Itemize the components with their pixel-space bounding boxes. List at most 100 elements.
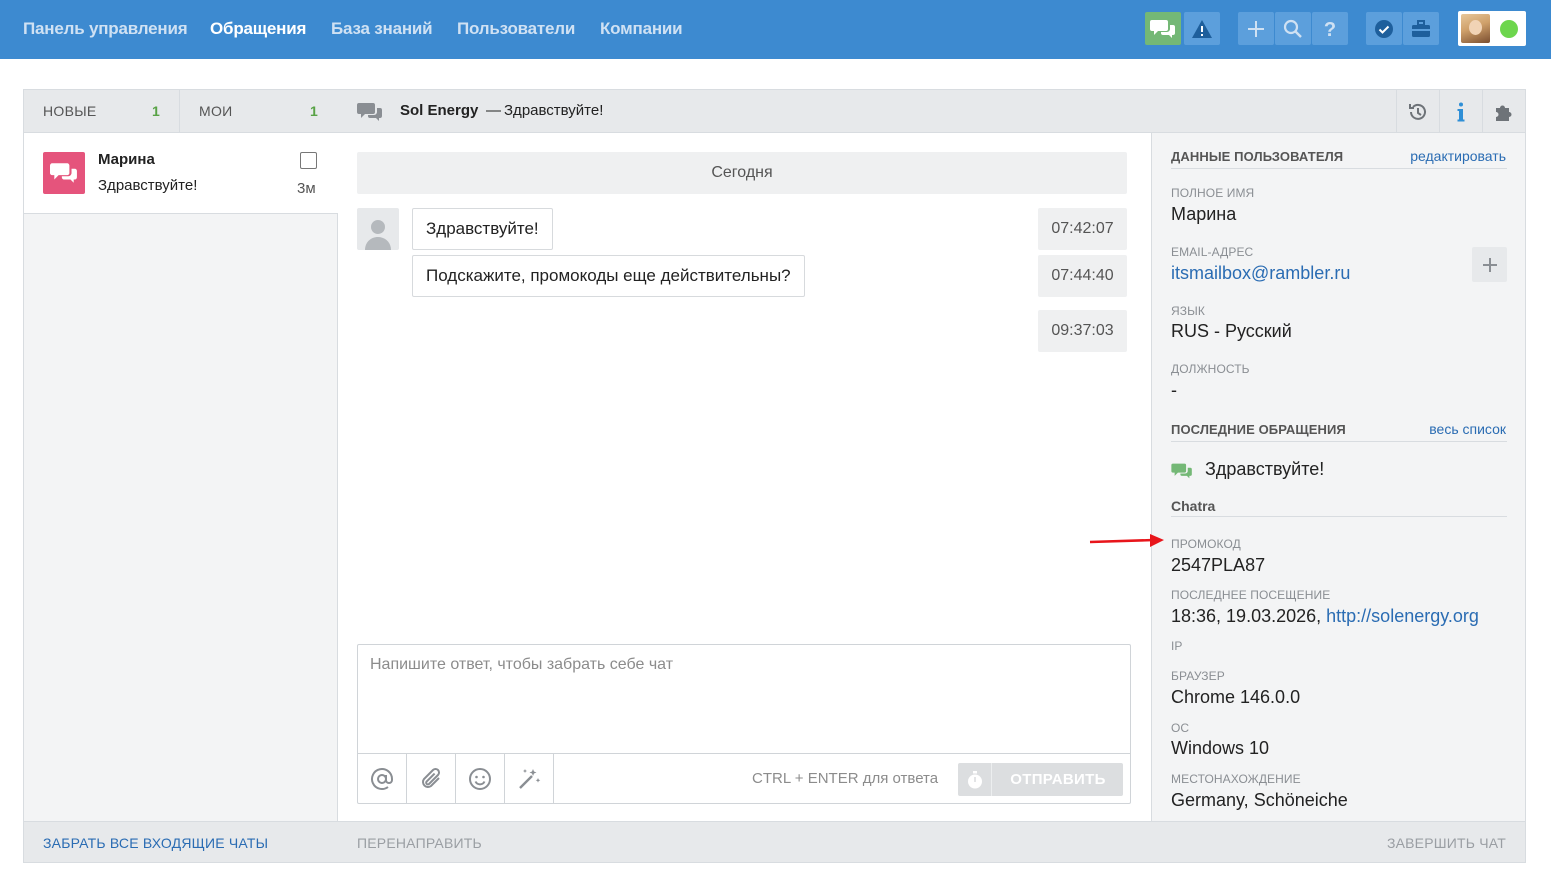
email-link[interactable]: itsmailbox@rambler.ru <box>1171 263 1350 284</box>
search-icon <box>1283 19 1302 38</box>
attach-button[interactable] <box>407 754 456 804</box>
nav-companies[interactable]: Компании <box>600 19 683 39</box>
svg-text:?: ? <box>1324 19 1336 40</box>
send-shortcut-hint: CTRL + ENTER для ответа <box>752 770 939 787</box>
plus-icon <box>1482 257 1497 272</box>
user-data-title: ДАННЫЕ ПОЛЬЗОВАТЕЛЯ <box>1171 149 1344 164</box>
mention-button[interactable] <box>358 754 407 804</box>
nav-dashboard[interactable]: Панель управления <box>23 19 188 39</box>
message-bubble: Подскажите, промокоды еще действительны? <box>412 255 805 297</box>
briefcase-button[interactable] <box>1403 12 1439 45</box>
chat-list-panel: НОВЫЕ 1 МОИ 1 Марина Здравствуйте! 3м ЗА… <box>24 90 338 862</box>
help-button[interactable]: ? <box>1312 12 1348 45</box>
tab-mine[interactable]: МОИ 1 <box>180 90 338 133</box>
date-separator: Сегодня <box>357 152 1127 194</box>
os-value: Windows 10 <box>1171 738 1270 758</box>
stopwatch-icon <box>967 770 982 788</box>
history-icon <box>1409 103 1426 120</box>
all-requests-link[interactable]: весь список <box>1429 421 1506 437</box>
tab-new[interactable]: НОВЫЕ 1 <box>24 90 180 133</box>
create-button[interactable] <box>1238 12 1274 45</box>
nav-tickets[interactable]: Обращения <box>210 19 306 39</box>
browser-label: БРАУЗЕР <box>1171 669 1225 683</box>
full-name-value: Марина <box>1171 204 1237 224</box>
full-name-label: ПОЛНОЕ ИМЯ <box>1171 186 1255 200</box>
chat-item-name: Марина <box>98 151 155 168</box>
history-button[interactable] <box>1396 90 1439 133</box>
search-button[interactable] <box>1275 12 1311 45</box>
info-button[interactable] <box>1439 90 1482 133</box>
last-visit-value: 18:36, 19.03.2026, http://solenergy.org <box>1171 606 1479 627</box>
integrations-button[interactable] <box>1482 90 1525 133</box>
delayed-send-button[interactable] <box>958 763 992 796</box>
annotation-arrow-icon <box>1089 534 1164 547</box>
chat-item-preview: Здравствуйте! <box>98 177 198 194</box>
tab-mine-count: 1 <box>310 103 318 119</box>
browser-value: Chrome 146.0.0 <box>1171 687 1301 707</box>
reply-composer: CTRL + ENTER для ответа ОТПРАВИТЬ <box>357 644 1131 804</box>
magic-wand-button[interactable] <box>505 754 554 804</box>
recent-request-item[interactable]: Здравствуйте! <box>1171 459 1471 483</box>
emoji-button[interactable] <box>456 754 505 804</box>
conversation-footer: ПЕРЕНАПРАВИТЬ ЗАВЕРШИТЬ ЧАТ <box>338 821 1525 862</box>
info-icon <box>1457 102 1465 121</box>
take-all-chats-button[interactable]: ЗАБРАТЬ ВСЕ ВХОДЯЩИЕ ЧАТЫ <box>43 835 268 851</box>
message-time: 07:44:40 <box>1038 255 1127 297</box>
online-status-indicator <box>1500 20 1518 38</box>
conversation-subject: Здравствуйте! <box>504 102 604 119</box>
recent-request-subject: Здравствуйте! <box>1205 459 1325 479</box>
user-avatar-placeholder <box>357 208 399 250</box>
edit-user-link[interactable]: редактировать <box>1410 148 1506 164</box>
avatar <box>1461 14 1490 43</box>
chats-icon <box>1150 19 1175 38</box>
workspace: НОВЫЕ 1 МОИ 1 Марина Здравствуйте! 3м ЗА… <box>23 89 1526 863</box>
conversation-header: Sol Energy — Здравствуйте! <box>338 90 1525 133</box>
ip-label: IP <box>1171 639 1183 653</box>
left-footer: ЗАБРАТЬ ВСЕ ВХОДЯЩИЕ ЧАТЫ <box>24 821 338 862</box>
last-visit-url[interactable]: http://solenergy.org <box>1326 606 1479 626</box>
chats-icon <box>357 103 382 121</box>
user-icon <box>365 220 391 250</box>
chats-button[interactable] <box>1145 12 1181 45</box>
profile-menu[interactable] <box>1458 11 1526 46</box>
chatra-section-title: Chatra <box>1171 498 1216 514</box>
promo-code-label: ПРОМОКОД <box>1171 537 1241 551</box>
send-group: ОТПРАВИТЬ <box>958 763 1123 796</box>
chats-icon <box>1171 463 1192 479</box>
position-value: - <box>1171 380 1177 400</box>
top-navigation-bar: Панель управления Обращения База знаний … <box>0 0 1551 59</box>
send-button[interactable]: ОТПРАВИТЬ <box>993 763 1123 796</box>
chat-bubble-icon <box>43 152 85 194</box>
chat-item-time: 3м <box>297 180 316 197</box>
tab-mine-label: МОИ <box>199 103 233 119</box>
help-icon: ? <box>1324 19 1336 40</box>
nav-users[interactable]: Пользователи <box>457 19 575 39</box>
title-separator: — <box>486 102 501 119</box>
conversation-company[interactable]: Sol Energy <box>400 102 478 119</box>
warning-icon <box>1192 19 1212 38</box>
verified-icon <box>1375 19 1393 38</box>
location-value: Germany, Schöneiche <box>1171 790 1348 810</box>
chat-item-checkbox[interactable] <box>300 152 317 169</box>
at-sign-icon <box>371 768 393 790</box>
add-email-button[interactable] <box>1472 247 1507 282</box>
alerts-button[interactable] <box>1184 12 1220 45</box>
finish-chat-button[interactable]: ЗАВЕРШИТЬ ЧАТ <box>1387 835 1506 851</box>
chat-list-item[interactable]: Марина Здравствуйте! 3м <box>24 133 338 214</box>
conversation-area: Сегодня Здравствуйте! 07:42:07 Подскажит… <box>338 133 1151 821</box>
message-time: 09:37:03 <box>1038 310 1127 352</box>
user-details-panel: ДАННЫЕ ПОЛЬЗОВАТЕЛЯ редактировать ПОЛНОЕ… <box>1151 133 1525 821</box>
language-value: RUS - Русский <box>1171 321 1292 341</box>
message-time: 07:42:07 <box>1038 208 1127 250</box>
divider <box>1171 441 1507 442</box>
os-label: ОС <box>1171 721 1190 735</box>
nav-knowledge-base[interactable]: База знаний <box>331 19 433 39</box>
smiley-icon <box>469 768 491 790</box>
verified-button[interactable] <box>1366 12 1402 45</box>
last-visit-datetime: 18:36, 19.03.2026, <box>1171 606 1322 626</box>
tab-new-label: НОВЫЕ <box>43 103 97 119</box>
composer-toolbar: CTRL + ENTER для ответа ОТПРАВИТЬ <box>358 753 1130 804</box>
reply-input[interactable] <box>358 645 1130 753</box>
forward-chat-button[interactable]: ПЕРЕНАПРАВИТЬ <box>357 835 482 851</box>
puzzle-icon <box>1496 105 1512 121</box>
